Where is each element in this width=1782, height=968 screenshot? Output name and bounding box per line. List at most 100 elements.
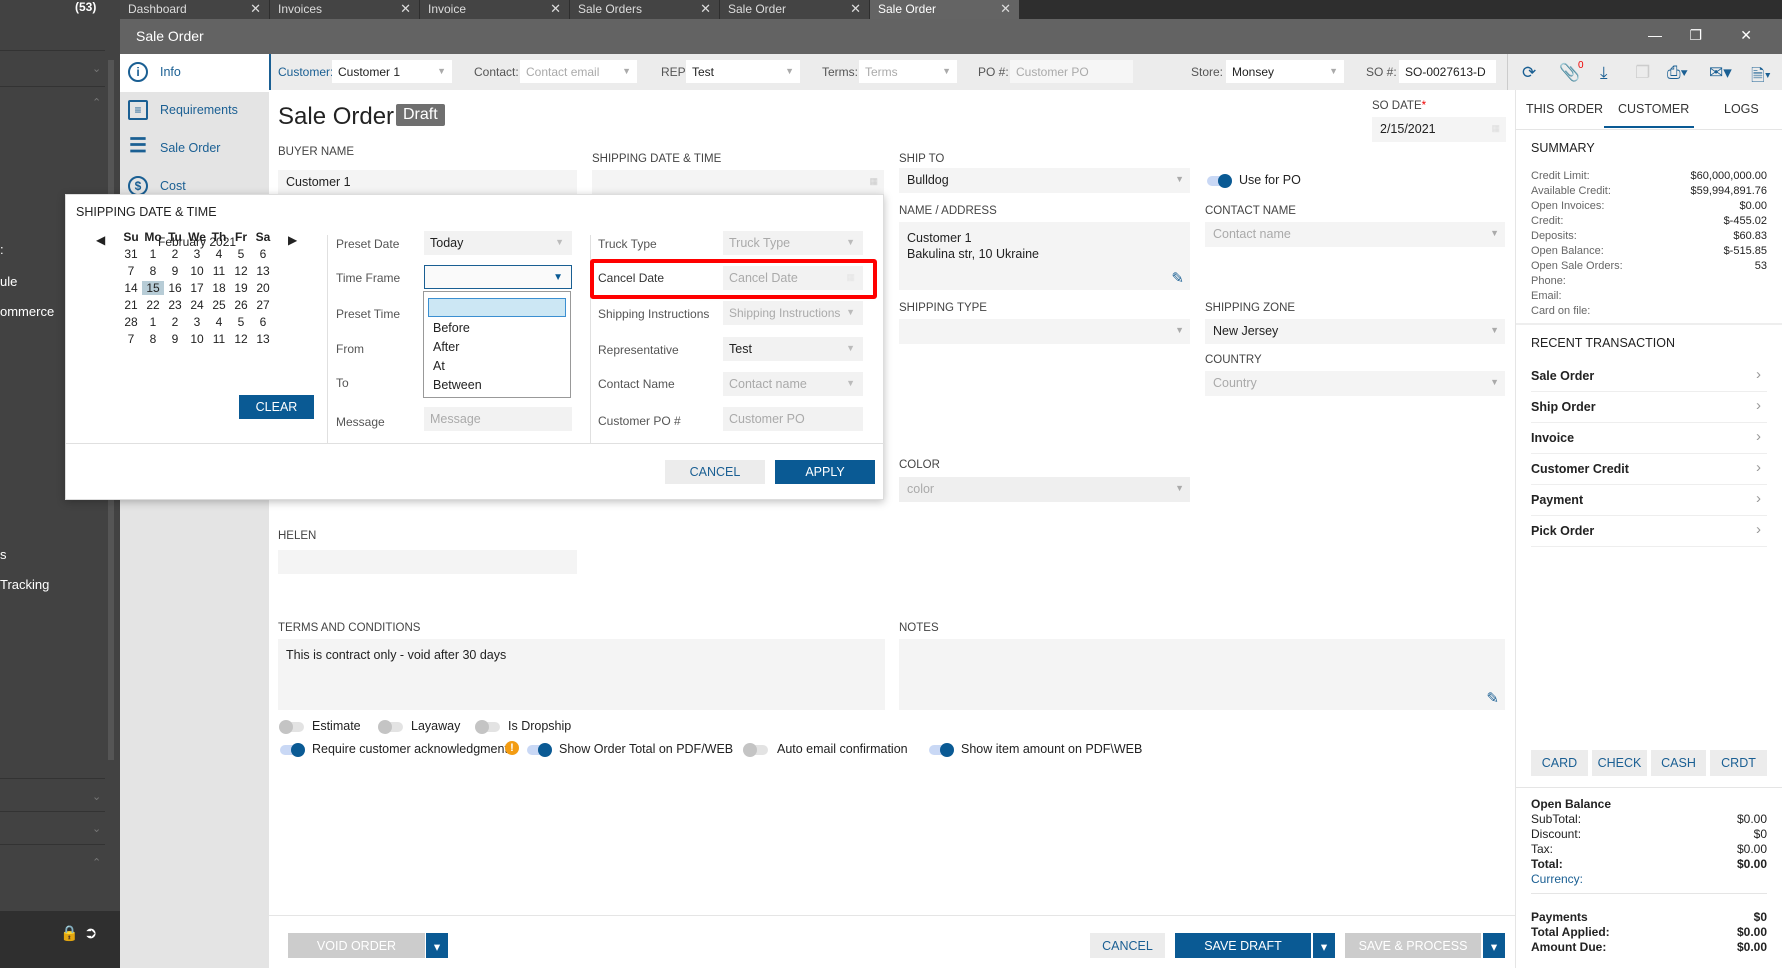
tab-sale-order-active[interactable]: Sale Order ✕ bbox=[870, 0, 1020, 19]
require-ack-toggle[interactable] bbox=[280, 743, 305, 757]
recent-transaction-item[interactable]: Payment › bbox=[1531, 485, 1767, 516]
apply-button[interactable]: APPLY bbox=[775, 460, 875, 484]
sidebar-item-tracking[interactable]: Tracking bbox=[0, 577, 49, 592]
contact-select[interactable]: Contact email ▼ bbox=[520, 60, 637, 83]
contact-name-select[interactable]: Contact name ▼ bbox=[1205, 222, 1505, 247]
representative-select[interactable]: Test ▼ bbox=[723, 337, 863, 361]
nav-item-info[interactable]: i Info bbox=[120, 54, 269, 92]
close-icon[interactable]: ✕ bbox=[850, 1, 861, 17]
calendar-day[interactable]: 5 bbox=[230, 247, 252, 261]
recent-transaction-item[interactable]: Customer Credit › bbox=[1531, 454, 1767, 485]
calendar-day[interactable]: 13 bbox=[252, 332, 274, 346]
auto-email-toggle[interactable] bbox=[743, 743, 768, 757]
tab-dashboard[interactable]: Dashboard ✕ bbox=[120, 0, 270, 19]
tab-invoice[interactable]: Invoice ✕ bbox=[420, 0, 570, 19]
card-button[interactable]: CARD bbox=[1531, 750, 1588, 776]
truck-type-select[interactable]: Truck Type ▼ bbox=[723, 231, 863, 255]
check-button[interactable]: CHECK bbox=[1592, 750, 1647, 776]
estimate-toggle[interactable] bbox=[279, 720, 304, 734]
calendar-day[interactable]: 11 bbox=[208, 332, 230, 346]
save-draft-dropdown[interactable]: ▾ bbox=[1313, 933, 1335, 958]
edit-pencil-icon[interactable]: ✎ bbox=[1171, 271, 1184, 287]
save-process-button[interactable]: SAVE & PROCESS bbox=[1345, 933, 1481, 958]
calendar-day[interactable]: 12 bbox=[230, 332, 252, 346]
refresh-icon[interactable]: ⟳ bbox=[1522, 63, 1536, 83]
preset-date-select[interactable]: Today ▼ bbox=[424, 231, 572, 255]
calendar-day[interactable]: 27 bbox=[252, 298, 274, 312]
calendar-day[interactable]: 26 bbox=[230, 298, 252, 312]
sidebar-item[interactable]: ule bbox=[0, 274, 17, 289]
minimize-icon[interactable]: — bbox=[1648, 27, 1662, 43]
tab-sale-orders[interactable]: Sale Orders ✕ bbox=[570, 0, 720, 19]
calendar-day[interactable]: 3 bbox=[186, 247, 208, 261]
dialog-cancel-button[interactable]: CANCEL bbox=[665, 460, 765, 484]
close-icon[interactable]: ✕ bbox=[1000, 1, 1011, 17]
chevron-down-icon[interactable]: ⌄ bbox=[92, 790, 101, 803]
calendar-day[interactable]: 4 bbox=[208, 315, 230, 329]
tab-this-order[interactable]: THIS ORDER bbox=[1526, 102, 1603, 116]
layaway-toggle[interactable] bbox=[378, 720, 403, 734]
sidebar-item[interactable]: : bbox=[0, 242, 4, 257]
copy-icon[interactable]: ❐ bbox=[1635, 63, 1650, 83]
tab-logs[interactable]: LOGS bbox=[1724, 102, 1759, 116]
calendar-day[interactable]: 21 bbox=[120, 298, 142, 312]
calendar-day[interactable]: 2 bbox=[164, 315, 186, 329]
logout-icon[interactable]: ➲ bbox=[84, 923, 97, 943]
buyer-name-input[interactable]: Customer 1 bbox=[278, 170, 577, 195]
close-icon[interactable]: ✕ bbox=[400, 1, 411, 17]
calendar-day[interactable]: 3 bbox=[186, 315, 208, 329]
customer-po-input[interactable]: Customer PO bbox=[723, 407, 863, 431]
calendar-day[interactable]: 13 bbox=[252, 264, 274, 278]
credit-button[interactable]: CRDT bbox=[1710, 750, 1767, 776]
close-icon[interactable]: ✕ bbox=[700, 1, 711, 17]
void-dropdown-button[interactable]: ▾ bbox=[426, 933, 448, 958]
calendar-day[interactable]: 8 bbox=[142, 264, 164, 278]
calendar-day[interactable]: 24 bbox=[186, 298, 208, 312]
chevron-up-icon[interactable]: ⌃ bbox=[92, 96, 101, 109]
calendar-day-selected[interactable]: 15 bbox=[142, 281, 164, 295]
nav-item-requirements[interactable]: ≡ Requirements bbox=[120, 92, 269, 130]
name-address-textarea[interactable]: Customer 1 Bakulina str, 10 Ukraine ✎ bbox=[899, 222, 1190, 290]
cash-button[interactable]: CASH bbox=[1651, 750, 1706, 776]
calendar-day[interactable]: 28 bbox=[120, 315, 142, 329]
calendar-day[interactable]: 1 bbox=[142, 247, 164, 261]
message-input[interactable]: Message bbox=[424, 407, 572, 431]
calendar-day[interactable]: 20 bbox=[252, 281, 274, 295]
notes-textarea[interactable]: ✎ bbox=[899, 639, 1505, 710]
shipping-date-input[interactable]: ▦ bbox=[592, 170, 884, 195]
save-process-dropdown[interactable]: ▾ bbox=[1483, 933, 1505, 958]
cancel-button[interactable]: CANCEL bbox=[1090, 933, 1165, 958]
tab-customer[interactable]: CUSTOMER bbox=[1618, 102, 1689, 116]
calendar-day[interactable]: 19 bbox=[230, 281, 252, 295]
chevron-down-icon[interactable]: ⌄ bbox=[92, 822, 101, 835]
dropdown-option-after[interactable]: After bbox=[433, 340, 459, 354]
so-number-field[interactable]: SO-0027613-D bbox=[1399, 60, 1496, 83]
calendar-day[interactable]: 7 bbox=[120, 264, 142, 278]
close-icon[interactable]: ✕ bbox=[250, 1, 261, 17]
calendar-day[interactable]: 9 bbox=[164, 264, 186, 278]
clear-button[interactable]: CLEAR bbox=[239, 395, 314, 419]
dropdown-option-empty[interactable] bbox=[428, 298, 566, 317]
calendar-day[interactable]: 5 bbox=[230, 315, 252, 329]
calendar-day[interactable]: 11 bbox=[208, 264, 230, 278]
rep-select[interactable]: Test ▼ bbox=[686, 60, 800, 83]
shipping-type-select[interactable]: ▼ bbox=[899, 319, 1190, 344]
color-select[interactable]: color ▼ bbox=[899, 477, 1190, 502]
calendar-day[interactable]: 10 bbox=[186, 264, 208, 278]
prev-month-icon[interactable]: ◀ bbox=[96, 233, 105, 247]
contact-name-select[interactable]: Contact name ▼ bbox=[723, 372, 863, 396]
close-icon[interactable]: ✕ bbox=[550, 1, 561, 17]
recent-transaction-item[interactable]: Sale Order › bbox=[1531, 361, 1767, 392]
edit-pencil-icon[interactable]: ✎ bbox=[1486, 689, 1499, 707]
show-order-total-toggle[interactable] bbox=[527, 743, 552, 757]
show-item-amount-toggle[interactable] bbox=[929, 743, 954, 757]
sidebar-item[interactable]: ommerce bbox=[0, 304, 54, 319]
sidebar-item[interactable]: s bbox=[0, 547, 7, 562]
calendar-day[interactable]: 17 bbox=[186, 281, 208, 295]
chevron-up-icon[interactable]: ⌃ bbox=[92, 856, 101, 869]
calendar-day[interactable]: 7 bbox=[120, 332, 142, 346]
paperclip-icon[interactable]: 📎 bbox=[1559, 63, 1580, 83]
country-select[interactable]: Country ▼ bbox=[1205, 371, 1505, 396]
download-icon[interactable]: ⤓ bbox=[1600, 63, 1608, 83]
time-frame-select[interactable]: ▼ bbox=[424, 265, 572, 289]
